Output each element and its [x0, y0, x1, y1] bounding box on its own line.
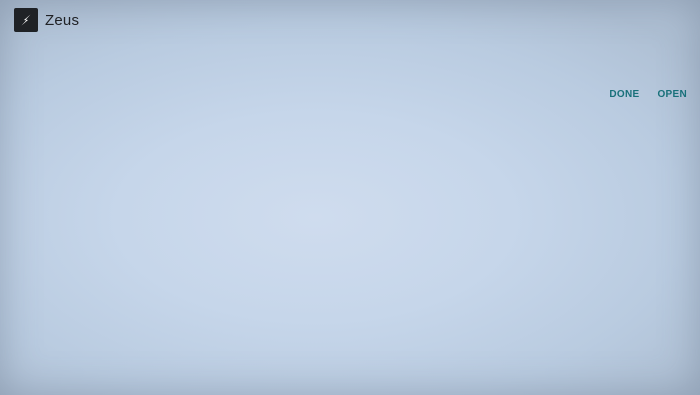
done-button[interactable]: DONE	[609, 89, 639, 101]
screen-vignette	[0, 0, 700, 395]
app-header: Zeus	[14, 8, 79, 32]
open-button[interactable]: OPEN	[657, 89, 687, 101]
action-bar: DONE OPEN	[609, 89, 687, 101]
app-title: Zeus	[45, 11, 80, 29]
lightning-bolt-icon	[14, 8, 38, 32]
